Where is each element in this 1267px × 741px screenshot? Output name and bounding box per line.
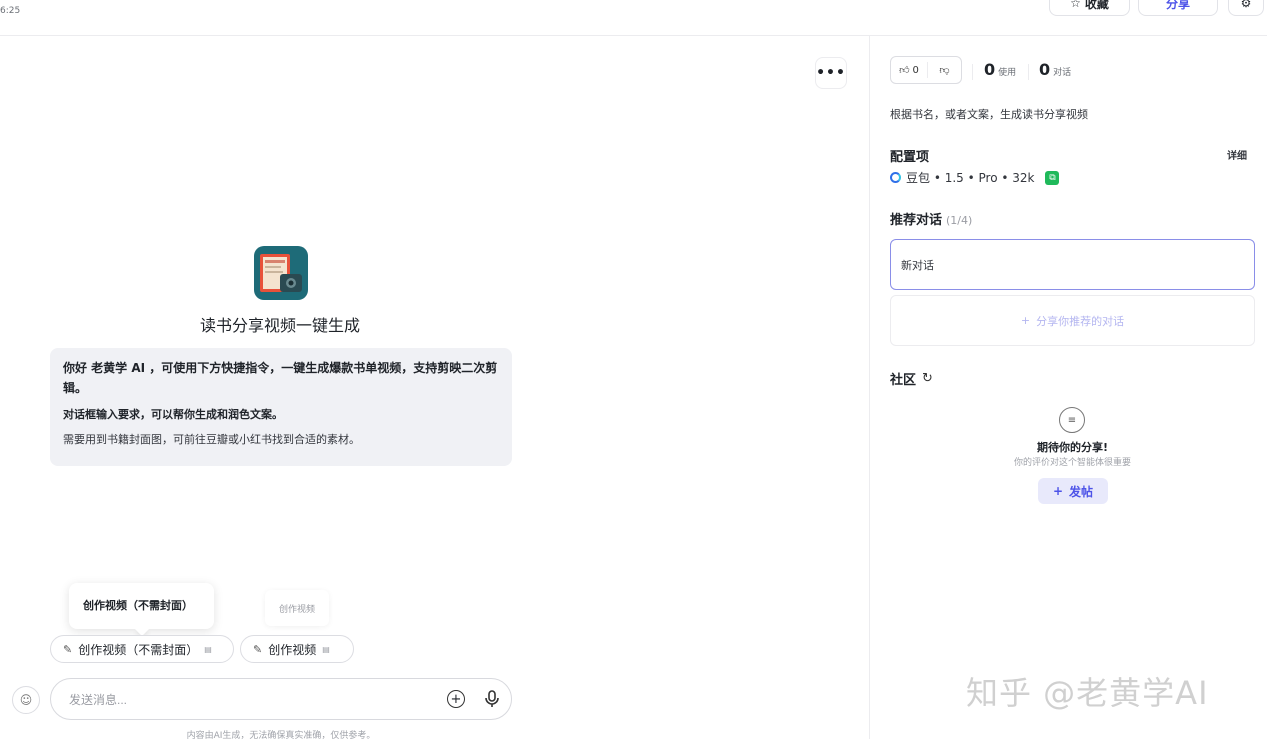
bot-info-panel: 👍︎ 0 👎︎ 0 使用 0 对话 根据书名，或者文案，生成读书分享视频 配置项… (869, 36, 1267, 739)
welcome-line-1: 你好 老黄学 AI ，可使用下方快捷指令，一键生成爆款书单视频，支持剪映二次剪辑… (63, 361, 498, 395)
recommend-title-label: 推荐对话 (890, 213, 943, 228)
share-recommend-button[interactable]: + 分享你推荐的对话 (890, 295, 1255, 346)
like-button[interactable]: 👍︎ 0 (891, 62, 928, 78)
form-icon: ▤ (322, 644, 330, 654)
shortcut-create-video-no-cover[interactable]: ✎ 创作视频（不需封面） ▤ (50, 635, 234, 663)
config-detail-link[interactable]: 详细 (1227, 147, 1247, 162)
recommend-count: (1/4) (946, 214, 973, 227)
add-attachment-icon[interactable]: + (447, 690, 465, 708)
refresh-icon[interactable]: ↻ (922, 371, 933, 386)
pen-icon: ✎ (253, 642, 263, 656)
welcome-line-2: 对话框输入要求，可以帮你生成和润色文案。 (63, 408, 283, 421)
community-empty-subtitle: 你的评价对这个智能体很重要 (1013, 458, 1131, 468)
comment-icon: ≡ (1059, 407, 1085, 433)
like-count: 0 (912, 64, 919, 76)
post-button[interactable]: + 发帖 (1038, 478, 1108, 504)
plugin-icon: ⧉ (1045, 170, 1060, 185)
share-label: 分享 (1165, 0, 1190, 11)
message-input-box[interactable]: + (50, 678, 512, 720)
recommend-conversation-card[interactable]: 新对话 (890, 239, 1255, 290)
model-label: 豆包 • 1.5 • Pro • 32k (906, 171, 1035, 185)
favorite-button[interactable]: ☆ 收藏 (1049, 0, 1130, 16)
shortcut-tooltip-ghost: 创作视频 (265, 590, 329, 626)
bot-title: 读书分享视频一键生成 (199, 316, 360, 335)
vote-control: 👍︎ 0 👎︎ (890, 56, 962, 84)
config-title: 配置项 (890, 150, 930, 165)
dislike-button[interactable]: 👎︎ (928, 64, 961, 76)
community-title: 社区 ↻ (890, 369, 933, 388)
bot-avatar (254, 246, 308, 300)
recommend-title: 推荐对话 (1/4) (890, 209, 972, 228)
welcome-line-3: 需要用到书籍封面图，可前往豆瓣或小红书找到合适的素材。 (63, 433, 360, 446)
ai-disclaimer: 内容由AI生成，无法确保真实准确，仅供参考。 (186, 731, 376, 741)
plus-icon: + (1020, 314, 1031, 327)
divider (972, 64, 973, 80)
favorite-label: 收藏 (1084, 0, 1109, 11)
doubao-icon (890, 172, 901, 183)
community-empty-title: 期待你的分享! (1036, 441, 1109, 454)
time-label: 6:25 (0, 6, 21, 16)
usage-stat: 0 使用 (984, 60, 1016, 79)
star-icon: ☆ (1070, 0, 1081, 10)
watermark: 知乎 @老黄学AI (966, 674, 1209, 712)
plus-icon: + (1052, 484, 1064, 498)
usage-label: 使用 (998, 68, 1017, 78)
pen-icon: ✎ (63, 642, 73, 656)
message-input[interactable] (69, 689, 429, 711)
share-button[interactable]: 分享 (1138, 0, 1218, 16)
microphone-icon[interactable] (483, 689, 501, 709)
shortcut-label: 创作视频 (268, 642, 317, 657)
thumbs-down-icon: 👎︎ (939, 65, 950, 76)
conversation-label: 对话 (1053, 68, 1072, 78)
usage-count: 0 (984, 60, 996, 79)
community-title-label: 社区 (890, 373, 917, 388)
shortcut-label: 创作视频（不需封面） (78, 642, 199, 657)
new-chat-button[interactable]: ☺ (12, 686, 40, 714)
chat-clean-icon: ☺ (19, 693, 33, 707)
conversation-stat: 0 对话 (1039, 60, 1071, 79)
thumbs-up-icon: 👍︎ (899, 65, 910, 76)
more-options-button[interactable]: ••• (815, 57, 847, 89)
gear-icon: ⚙ (1240, 0, 1252, 10)
welcome-message: 你好 老黄学 AI ，可使用下方快捷指令，一键生成爆款书单视频，支持剪映二次剪辑… (50, 348, 512, 466)
shortcut-tooltip: 创作视频（不需封面） (69, 583, 214, 629)
model-info: 豆包 • 1.5 • Pro • 32k ⧉ (890, 169, 1060, 186)
bot-description: 根据书名，或者文案，生成读书分享视频 (890, 108, 1088, 121)
top-bar: 6:25 ☆ 收藏 分享 ⚙ (0, 0, 1267, 36)
settings-button[interactable]: ⚙ (1228, 0, 1264, 16)
share-recommend-label: 分享你推荐的对话 (1036, 314, 1125, 328)
post-label: 发帖 (1069, 484, 1094, 499)
chat-area: ••• 读书分享视频一键生成 你好 老黄学 AI ，可使用下方快捷指令，一键生成… (0, 36, 869, 741)
shortcut-create-video[interactable]: ✎ 创作视频 ▤ (240, 635, 354, 663)
divider (1028, 64, 1029, 80)
form-icon: ▤ (204, 644, 212, 654)
conversation-count: 0 (1039, 60, 1051, 79)
